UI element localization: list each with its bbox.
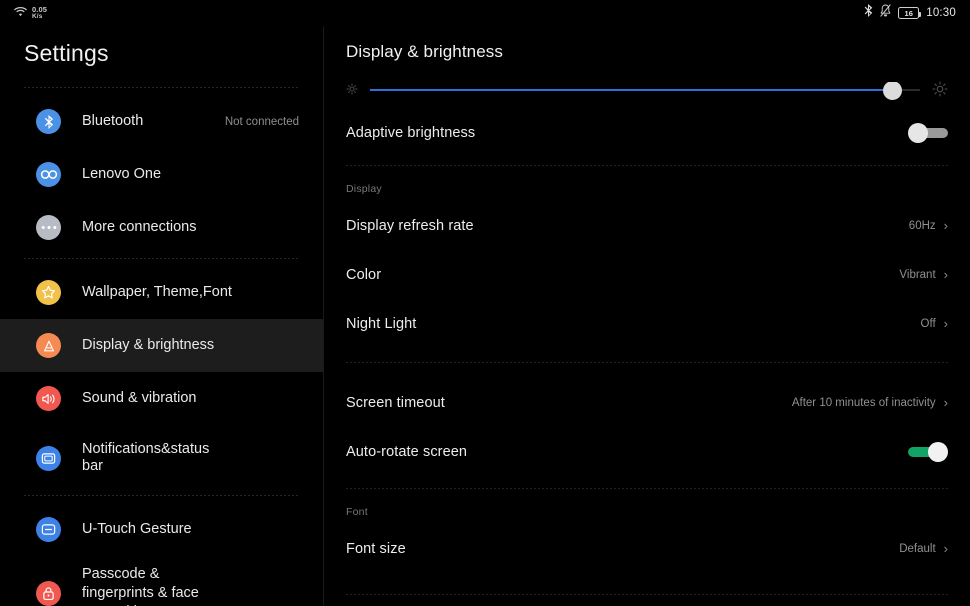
lock-icon (36, 580, 61, 606)
settings-screen: 0.05 K/s 16 10:30 Settings Bluetooth Not… (0, 0, 970, 606)
bluetooth-icon (36, 109, 61, 134)
sidebar-item-bluetooth[interactable]: Bluetooth Not connected (0, 95, 323, 148)
brightness-slider[interactable] (346, 69, 948, 108)
auto-rotate-screen-row[interactable]: Auto-rotate screen (346, 427, 948, 476)
sidebar-item-label: Sound & vibration (82, 390, 197, 406)
content-title: Display & brightness (346, 42, 503, 61)
chevron-right-icon: › (943, 218, 948, 233)
status-bar: 0.05 K/s 16 10:30 (0, 0, 970, 26)
font-section-header: Font (346, 506, 368, 518)
u-touch-gesture-icon (36, 517, 61, 542)
sidebar-item-label: Wallpaper, Theme,Font (82, 284, 232, 300)
page-title: Settings (24, 40, 109, 66)
star-icon (36, 280, 61, 305)
network-speed: 0.05 K/s (32, 6, 47, 20)
chevron-right-icon: › (943, 541, 948, 556)
row-value-group: After 10 minutes of inactivity › (792, 396, 948, 409)
brightness-thumb[interactable] (882, 69, 903, 100)
bluetooth-icon (864, 4, 873, 22)
row-value: 60Hz (908, 219, 936, 232)
sidebar-group-connections: Bluetooth Not connected Lenovo One More … (0, 88, 323, 254)
brightness-low-icon (346, 82, 358, 100)
display-refresh-rate-row[interactable]: Display refresh rate 60Hz › (346, 201, 948, 250)
row-label: Font size (346, 540, 406, 557)
toggle-knob (908, 122, 928, 143)
content-divider (346, 362, 948, 363)
sidebar-item-passcode-fingerprints-face[interactable]: Passcode & fingerprints & face recogniti… (0, 556, 323, 606)
sidebar-group-personalization: Wallpaper, Theme,Font Display & brightne… (0, 259, 323, 491)
battery-level: 16 (904, 8, 913, 18)
wifi-icon (14, 4, 27, 22)
chevron-right-icon: › (943, 316, 948, 331)
row-value: Default (899, 542, 936, 555)
sidebar-item-label: Notifications&status bar (82, 441, 210, 474)
screen-timeout-row[interactable]: Screen timeout After 10 minutes of inact… (346, 378, 948, 427)
sidebar-item-value: Not connected (224, 115, 299, 128)
row-label: Color (346, 266, 382, 283)
sidebar-item-lenovo-one[interactable]: Lenovo One (0, 148, 323, 201)
row-label: Display refresh rate (346, 217, 474, 234)
battery-indicator: 16 (898, 7, 922, 19)
brightness-icon (36, 333, 61, 358)
settings-sidebar[interactable]: Settings Bluetooth Not connected Lenovo … (0, 26, 323, 606)
more-connections-icon (36, 215, 61, 240)
brightness-track-fill (370, 89, 893, 91)
row-value-group: Off › (921, 317, 948, 330)
row-value: Off (920, 317, 936, 330)
toggle-knob (928, 441, 948, 462)
row-value-group: Default › (899, 542, 948, 555)
night-light-row[interactable]: Night Light Off › (346, 299, 948, 348)
row-label: Night Light (346, 315, 417, 332)
status-bar-clock: 10:30 (926, 7, 956, 19)
sidebar-item-u-touch-gesture[interactable]: U-Touch Gesture (0, 503, 323, 556)
display-brightness-panel: Display & brightness Adaptive brightness (324, 26, 970, 606)
font-size-row[interactable]: Font size Default › (346, 524, 948, 573)
brightness-high-icon (932, 81, 948, 102)
adaptive-brightness-toggle[interactable] (908, 122, 948, 143)
brightness-track[interactable] (370, 69, 920, 108)
status-bar-right: 16 10:30 (864, 4, 956, 22)
content-divider (346, 594, 948, 595)
notifications-muted-icon (880, 4, 892, 22)
speaker-icon (36, 386, 61, 411)
sidebar-item-more-connections[interactable]: More connections (0, 201, 323, 254)
status-bar-left: 0.05 K/s (14, 4, 47, 22)
lenovo-one-icon (36, 162, 61, 187)
sidebar-item-label: U-Touch Gesture (82, 521, 192, 537)
sidebar-item-label: More connections (82, 219, 197, 235)
status-bar-icon (36, 445, 61, 471)
chevron-right-icon: › (943, 267, 948, 282)
auto-rotate-toggle[interactable] (908, 441, 948, 462)
sidebar-item-label: Display & brightness (82, 337, 215, 353)
auto-rotate-label: Auto-rotate screen (346, 443, 468, 460)
row-value-group: Vibrant › (899, 268, 948, 281)
sidebar-item-notifications-status-bar[interactable]: Notifications&status bar (0, 425, 323, 491)
sidebar-item-sound-vibration[interactable]: Sound & vibration (0, 372, 323, 425)
adaptive-brightness-row[interactable]: Adaptive brightness (346, 108, 948, 157)
color-row[interactable]: Color Vibrant › (346, 250, 948, 299)
sidebar-item-display-brightness[interactable]: Display & brightness (0, 319, 323, 372)
sidebar-group-security: U-Touch Gesture Passcode & fingerprints … (0, 496, 323, 606)
sidebar-item-label: Lenovo One (82, 166, 162, 182)
row-label: Screen timeout (346, 394, 445, 411)
row-value: After 10 minutes of inactivity (791, 396, 936, 409)
row-value-group: 60Hz › (909, 219, 948, 232)
sidebar-item-label: Passcode & fingerprints & face recogniti… (82, 565, 199, 606)
sidebar-item-label: Bluetooth (82, 113, 144, 129)
display-section-header: Display (346, 183, 382, 195)
row-value: Vibrant (899, 268, 936, 281)
network-speed-unit: K/s (32, 12, 43, 20)
sidebar-item-wallpaper-theme-font[interactable]: Wallpaper, Theme,Font (0, 266, 323, 319)
adaptive-brightness-label: Adaptive brightness (346, 124, 476, 141)
chevron-right-icon: › (943, 395, 948, 410)
